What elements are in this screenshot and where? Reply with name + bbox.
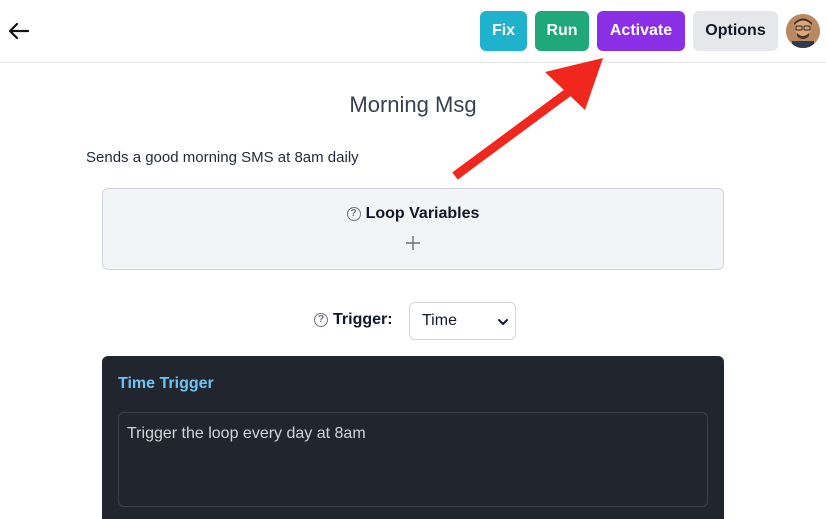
options-button[interactable]: Options [693, 11, 778, 51]
fix-button[interactable]: Fix [480, 11, 527, 51]
question-circle-icon[interactable]: ? [346, 207, 361, 221]
trigger-select[interactable]: Time [409, 302, 516, 340]
time-trigger-title: Time Trigger [118, 375, 214, 392]
trigger-select-value: Time [422, 312, 457, 329]
loop-variables-label: Loop Variables [365, 205, 480, 222]
page-title: Morning Msg [349, 92, 477, 117]
time-trigger-input[interactable]: Trigger the loop every day at 8am [118, 412, 708, 507]
run-button[interactable]: Run [535, 11, 589, 51]
top-bar: Fix Run Activate Options [0, 0, 826, 63]
back-arrow-icon[interactable] [8, 20, 30, 42]
question-circle-icon[interactable]: ? [314, 313, 328, 327]
activate-button[interactable]: Activate [597, 11, 685, 51]
loop-variables-panel: ? Loop Variables [102, 188, 724, 270]
trigger-label: Trigger: [333, 311, 393, 328]
plus-icon[interactable] [405, 235, 421, 251]
trigger-label-row: ? Trigger: [314, 311, 393, 329]
page-description: Sends a good morning SMS at 8am daily [86, 149, 359, 166]
loop-variables-header: ? Loop Variables [103, 205, 723, 223]
user-avatar[interactable] [786, 14, 820, 48]
chevron-down-icon [498, 319, 508, 325]
time-trigger-panel: Time Trigger Trigger the loop every day … [102, 356, 724, 519]
